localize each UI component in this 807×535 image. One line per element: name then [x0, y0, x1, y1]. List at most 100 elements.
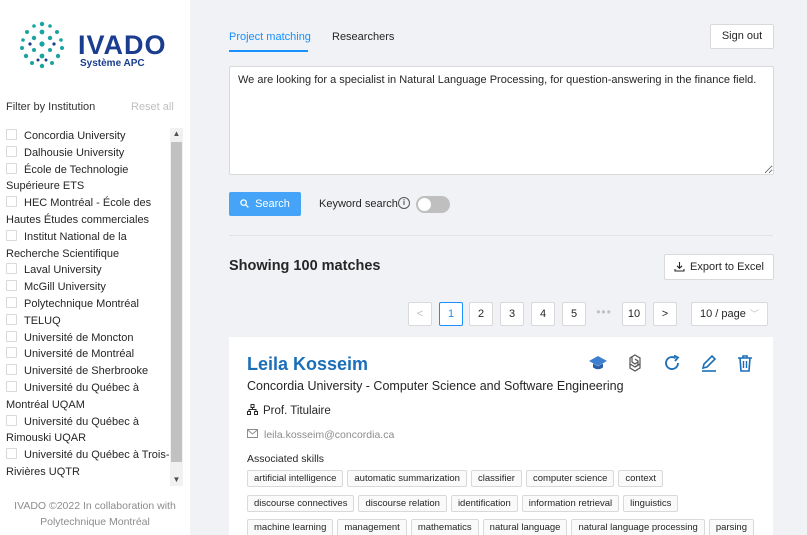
- institution-checkbox[interactable]: [6, 414, 17, 426]
- graduation-cap-icon[interactable]: [588, 353, 608, 373]
- tab-project-matching[interactable]: Project matching: [229, 31, 311, 43]
- pagination-prev[interactable]: <: [408, 302, 432, 326]
- institution-checkbox[interactable]: [6, 380, 17, 392]
- pagination-page-5[interactable]: 5: [562, 302, 586, 326]
- skills-tags: artificial intelligence automatic summari…: [247, 470, 767, 535]
- logo-name: IVADO: [78, 30, 167, 60]
- search-button[interactable]: Search: [229, 192, 301, 216]
- section-divider: [229, 235, 773, 236]
- institution-item[interactable]: Institut National de la: [0, 229, 170, 246]
- skill-tag[interactable]: automatic summarization: [347, 470, 467, 487]
- skill-tag[interactable]: linguistics: [623, 494, 679, 512]
- institution-item[interactable]: Université de Moncton: [0, 330, 170, 347]
- institution-label: Recherche Scientifique: [6, 247, 120, 260]
- pagination-next[interactable]: >: [653, 302, 677, 326]
- skill-tag[interactable]: parsing: [708, 519, 755, 535]
- institution-item[interactable]: Université du Québec à: [0, 380, 170, 397]
- skill-tag[interactable]: classifier: [470, 470, 522, 487]
- skill-tag[interactable]: machine learning: [247, 519, 334, 535]
- institution-checkbox[interactable]: [6, 145, 17, 157]
- reset-all-button[interactable]: Reset all: [131, 101, 174, 113]
- delete-icon[interactable]: [735, 353, 755, 373]
- keyword-search-toggle[interactable]: [416, 196, 450, 213]
- tab-researchers[interactable]: Researchers: [332, 31, 394, 43]
- institution-checkbox[interactable]: [6, 330, 17, 342]
- institution-checkbox[interactable]: [6, 280, 17, 292]
- ivado-logo[interactable]: IVADO Système APC: [14, 16, 184, 76]
- institution-label: Université du Québec à: [24, 381, 139, 394]
- institution-label: Rivières UQTR: [6, 465, 80, 478]
- skill-tag[interactable]: mathematics: [410, 519, 479, 535]
- researcher-card: Leila Kosseim Concordia University - Com…: [229, 337, 773, 535]
- institution-item[interactable]: Concordia University: [0, 128, 170, 145]
- hierarchy-icon: [247, 404, 258, 415]
- institution-label: Montréal UQAM: [6, 398, 85, 411]
- institution-item[interactable]: McGill University: [0, 279, 170, 296]
- institution-label: Université de Sherbrooke: [24, 365, 149, 378]
- skill-tag[interactable]: management: [337, 519, 407, 535]
- institution-checkbox[interactable]: [6, 229, 17, 241]
- logo-subtitle: Système APC: [80, 58, 145, 69]
- pagination-page-3[interactable]: 3: [500, 302, 524, 326]
- institution-label: Dalhousie University: [24, 146, 125, 159]
- openai-icon[interactable]: [625, 353, 645, 373]
- footer: IVADO ©2022 In collaboration with Polyte…: [0, 498, 190, 530]
- pagination-page-4[interactable]: 4: [531, 302, 555, 326]
- institution-checkbox[interactable]: [6, 129, 17, 140]
- institution-item-continued: Montréal UQAM: [0, 397, 170, 414]
- edit-icon[interactable]: [699, 353, 719, 373]
- skill-tag[interactable]: natural language: [482, 519, 568, 535]
- institution-checkbox[interactable]: [6, 364, 17, 376]
- skill-tag[interactable]: natural language processing: [571, 519, 705, 535]
- institution-checkbox[interactable]: [6, 196, 17, 208]
- scroll-up-icon[interactable]: ▲: [170, 128, 183, 140]
- scroll-down-icon[interactable]: ▼: [170, 474, 183, 486]
- institution-label: Université du Québec à Trois-: [24, 449, 170, 462]
- institution-item[interactable]: Université de Montréal: [0, 346, 170, 363]
- skill-tag[interactable]: discourse relation: [358, 494, 447, 512]
- project-description-input[interactable]: We are looking for a specialist in Natur…: [229, 66, 774, 175]
- institution-label: École de Technologie: [24, 163, 129, 176]
- pagination-page-2[interactable]: 2: [469, 302, 493, 326]
- institution-item[interactable]: HEC Montréal - École des: [0, 195, 170, 212]
- info-icon[interactable]: i: [398, 197, 410, 209]
- institution-checkbox[interactable]: [6, 448, 17, 460]
- institution-item[interactable]: Université du Québec à: [0, 414, 170, 431]
- skill-tag[interactable]: computer science: [525, 470, 615, 487]
- institution-item-continued: Rimouski UQAR: [0, 430, 170, 447]
- pagination-page-last[interactable]: 10: [622, 302, 646, 326]
- institution-item[interactable]: Université du Québec à Trois-: [0, 447, 170, 464]
- filter-title: Filter by Institution: [6, 101, 96, 113]
- institution-label: Université du Québec à: [24, 415, 139, 428]
- institution-item[interactable]: École de Technologie: [0, 162, 170, 179]
- export-to-excel-button[interactable]: Export to Excel: [664, 254, 774, 280]
- skill-tag[interactable]: context: [618, 470, 664, 487]
- researcher-title-row: Prof. Titulaire: [247, 404, 331, 417]
- toggle-knob: [418, 198, 431, 211]
- pagination: < 1 2 3 4 5 ••• 10 > 10 / page ﹀: [0, 302, 807, 326]
- keyword-search-label: Keyword search: [319, 198, 398, 210]
- institution-checkbox[interactable]: [6, 347, 17, 359]
- skills-row: machine learning management mathematics nat…: [247, 519, 767, 535]
- institution-label: HEC Montréal - École des: [24, 197, 152, 210]
- download-icon: [674, 262, 685, 272]
- institution-item[interactable]: Dalhousie University: [0, 145, 170, 162]
- institution-label: Université de Moncton: [24, 331, 134, 344]
- skill-tag[interactable]: identification: [450, 494, 518, 512]
- researcher-email[interactable]: leila.kosseim@concordia.ca: [264, 429, 394, 441]
- page-size-select[interactable]: 10 / page ﹀: [691, 302, 768, 326]
- refresh-icon[interactable]: [662, 353, 682, 373]
- institution-checkbox[interactable]: [6, 263, 17, 275]
- skill-tag[interactable]: artificial intelligence: [247, 470, 344, 487]
- skill-tag[interactable]: discourse connectives: [247, 494, 355, 512]
- institution-item[interactable]: Université de Sherbrooke: [0, 363, 170, 380]
- skill-tag[interactable]: information retrieval: [521, 494, 620, 512]
- sign-out-button[interactable]: Sign out: [710, 24, 774, 49]
- export-label: Export to Excel: [690, 261, 764, 273]
- active-tab-indicator: [229, 50, 308, 52]
- institution-item[interactable]: Laval University: [0, 262, 170, 279]
- skills-row: discourse connectives discourse relation i…: [247, 494, 767, 520]
- institution-checkbox[interactable]: [6, 162, 17, 174]
- pagination-ellipsis[interactable]: •••: [592, 302, 616, 326]
- pagination-page-1[interactable]: 1: [439, 302, 463, 326]
